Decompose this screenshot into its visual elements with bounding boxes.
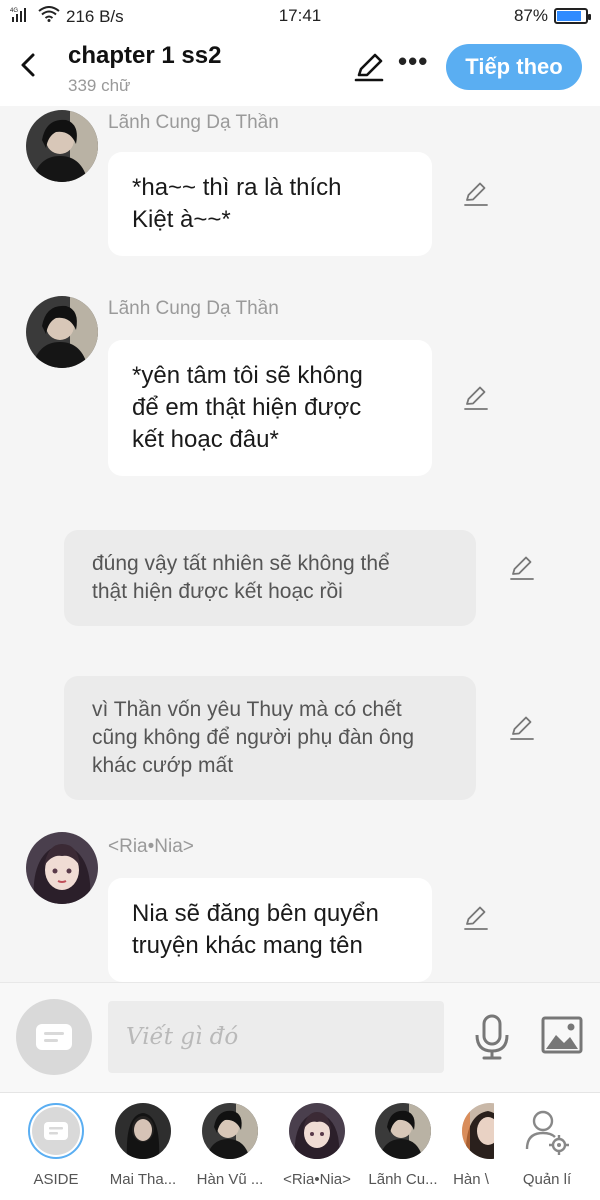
microphone-icon	[475, 1014, 509, 1060]
character-label: Lãnh Cu...	[368, 1171, 438, 1188]
pencil-icon	[510, 556, 534, 580]
character-label: Quản lí	[522, 1171, 572, 1188]
message-bubble[interactable]: *ha~~ thì ra là thích Kiệt à~~*	[108, 152, 432, 256]
avatar	[202, 1103, 258, 1159]
character-label: Mai Tha...	[109, 1171, 177, 1188]
aside-icon	[32, 1107, 80, 1155]
page-title: chapter 1 ss2	[68, 42, 222, 69]
aside-line: cũng không để người phụ đàn ông	[92, 726, 415, 749]
chevron-left-icon	[21, 53, 35, 77]
battery-icon	[554, 8, 591, 24]
character-label: <Ria•Nia>	[283, 1171, 351, 1188]
sender-name: Lãnh Cung Dạ Thần	[108, 112, 279, 133]
character-item[interactable]: Hàn \	[448, 1103, 494, 1188]
message-line: Kiệt à~~*	[132, 206, 231, 233]
avatar	[519, 1103, 575, 1159]
character-aside[interactable]: ASIDE	[15, 1103, 97, 1188]
message-line: kết hoạc đâu*	[132, 426, 279, 453]
dark-hair-portrait-icon	[26, 296, 98, 368]
message-line: truyện khác mang tên	[132, 932, 363, 959]
anime-girl-portrait-icon	[26, 832, 98, 904]
speech-bubble-icon	[36, 1024, 72, 1050]
edit-message-button[interactable]	[508, 714, 536, 742]
pencil-icon	[464, 182, 488, 206]
anime-girl-portrait-icon	[289, 1103, 345, 1159]
dark-hair-portrait-icon	[375, 1103, 431, 1159]
avatar	[462, 1103, 494, 1159]
header: chapter 1 ss2 339 chữ ••• Tiếp theo	[0, 32, 600, 106]
aside-bubble[interactable]: vì Thần vốn yêu Thuy mà có chết cũng khô…	[64, 676, 476, 800]
aside-line: thật hiện được kết hoạc rồi	[92, 580, 343, 603]
pencil-icon	[354, 53, 384, 82]
character-item[interactable]: Hàn Vũ ...	[189, 1103, 271, 1188]
status-bar: 4G 216 B/s 17:41 87%	[0, 0, 600, 32]
insert-image-button[interactable]	[540, 1015, 584, 1055]
aside-bubble[interactable]: đúng vậy tất nhiên sẽ không thể thật hiệ…	[64, 530, 476, 626]
pencil-icon	[464, 386, 488, 410]
battery-percent: 87%	[513, 6, 548, 25]
edit-message-button[interactable]	[462, 180, 490, 208]
composer-bar	[0, 982, 600, 1092]
edit-message-button[interactable]	[462, 904, 490, 932]
user-settings-icon	[525, 1110, 569, 1155]
image-icon	[541, 1016, 583, 1054]
back-button[interactable]	[14, 50, 44, 80]
avatar	[115, 1103, 171, 1159]
sender-name: <Ria•Nia>	[108, 836, 194, 857]
avatar[interactable]	[26, 296, 98, 368]
sender-name: Lãnh Cung Dạ Thần	[108, 298, 279, 319]
more-button[interactable]: •••	[398, 46, 428, 77]
character-item[interactable]: Mai Tha...	[102, 1103, 184, 1188]
aside-line: khác cướp mất	[92, 754, 234, 777]
girl-portrait-icon	[115, 1103, 171, 1159]
message-bubble[interactable]: Nia sẽ đăng bên quyển truyện khác mang t…	[108, 878, 432, 982]
edit-message-button[interactable]	[508, 554, 536, 582]
clock: 17:41	[278, 6, 322, 25]
message-line: *ha~~ thì ra là thích	[132, 174, 342, 201]
message-input[interactable]	[108, 1001, 444, 1073]
character-item[interactable]: Lãnh Cu...	[362, 1103, 444, 1188]
girl-portrait-icon	[462, 1103, 494, 1159]
avatar[interactable]	[26, 110, 98, 182]
character-label: ASIDE	[33, 1171, 79, 1188]
aside-line: đúng vậy tất nhiên sẽ không thể	[92, 552, 390, 575]
word-count: 339 chữ	[68, 76, 131, 95]
avatar	[289, 1103, 345, 1159]
pencil-icon	[464, 906, 488, 930]
message-line: để em thật hiện được	[132, 394, 362, 421]
message-bubble[interactable]: *yên tâm tôi sẽ không để em thật hiện đư…	[108, 340, 432, 476]
avatar	[375, 1103, 431, 1159]
avatar[interactable]	[26, 832, 98, 904]
character-label: Hàn Vũ ...	[196, 1171, 264, 1188]
manage-characters-button[interactable]: Quản lí	[506, 1103, 588, 1188]
next-button[interactable]: Tiếp theo	[446, 44, 582, 90]
edit-title-button[interactable]	[352, 50, 386, 84]
aside-line: vì Thần vốn yêu Thuy mà có chết	[92, 698, 402, 721]
pencil-icon	[510, 716, 534, 740]
character-item[interactable]: <Ria•Nia>	[276, 1103, 358, 1188]
character-bar: ASIDE Mai Tha... Hàn Vũ ... <Ria•Nia> Lã…	[0, 1092, 600, 1200]
microphone-button[interactable]	[470, 1013, 514, 1061]
edit-message-button[interactable]	[462, 384, 490, 412]
message-line: Nia sẽ đăng bên quyển	[132, 900, 379, 927]
dark-hair-portrait-icon	[202, 1103, 258, 1159]
dark-hair-portrait-icon	[26, 110, 98, 182]
message-line: *yên tâm tôi sẽ không	[132, 362, 363, 389]
character-label: Hàn \	[453, 1171, 489, 1188]
aside-toggle-button[interactable]	[16, 999, 92, 1075]
avatar	[28, 1103, 84, 1159]
message-list[interactable]: Lãnh Cung Dạ Thần *ha~~ thì ra là thích …	[0, 106, 600, 982]
